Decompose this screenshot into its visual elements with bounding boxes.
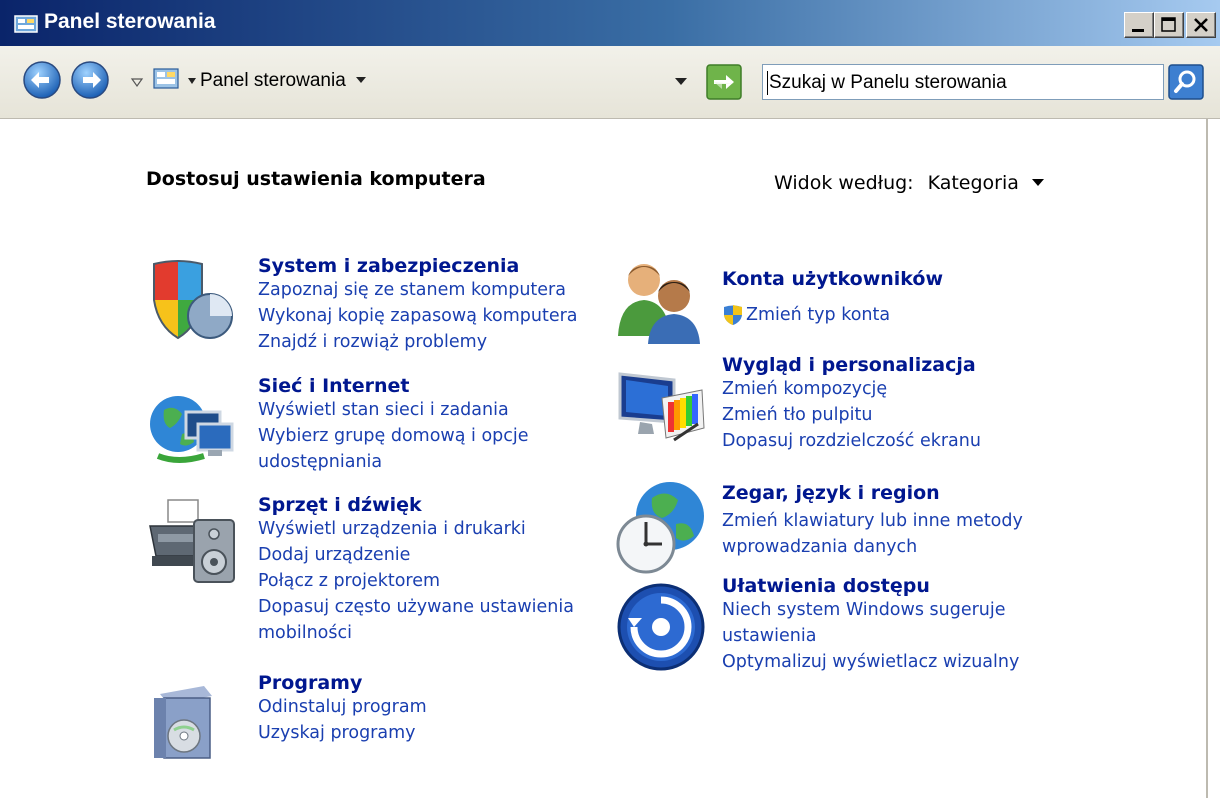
breadcrumb-arrow-icon[interactable] <box>186 74 198 88</box>
view-by-selector[interactable]: Kategoria <box>928 172 1019 194</box>
category-link[interactable]: Zmień kompozycję <box>722 376 981 402</box>
network-globe-icon[interactable] <box>148 384 238 472</box>
users-icon[interactable] <box>610 256 710 346</box>
close-icon <box>1194 18 1208 32</box>
category-link[interactable]: mobilności <box>258 620 574 646</box>
category-link[interactable]: Odinstaluj program <box>258 694 427 720</box>
category-programs: Programy Odinstaluj program Uzyskaj prog… <box>258 672 427 746</box>
category-link[interactable]: Połącz z projektorem <box>258 568 574 594</box>
category-link[interactable]: Dopasuj często używane ustawienia <box>258 594 574 620</box>
category-link[interactable]: Uzyskaj programy <box>258 720 427 746</box>
uac-shield-icon <box>724 305 742 325</box>
category-link[interactable]: Dopasuj rozdzielczość ekranu <box>722 428 981 454</box>
printer-speaker-icon[interactable] <box>146 496 240 588</box>
category-user-accounts: Konta użytkowników Zmień typ konta <box>722 268 943 328</box>
category-title[interactable]: Sprzęt i dźwięk <box>258 494 574 516</box>
breadcrumb[interactable]: Panel sterowania <box>200 70 367 92</box>
category-title[interactable]: Konta użytkowników <box>722 268 943 290</box>
title-bar: Panel sterowania <box>0 0 1220 46</box>
category-title[interactable]: Wygląd i personalizacja <box>722 354 981 376</box>
clock-globe-icon[interactable] <box>612 478 710 578</box>
category-link[interactable]: Optymalizuj wyświetlacz wizualny <box>722 649 1019 675</box>
address-dropdown-icon[interactable] <box>674 74 688 88</box>
minimize-button[interactable] <box>1124 12 1154 38</box>
programs-box-icon[interactable] <box>150 674 238 764</box>
refresh-button[interactable] <box>706 64 742 100</box>
category-link[interactable]: Dodaj urządzenie <box>258 542 574 568</box>
category-title[interactable]: System i zabezpieczenia <box>258 255 578 277</box>
category-link[interactable]: Wybierz grupę domową i opcje <box>258 423 529 449</box>
category-system-security: System i zabezpieczenia Zapoznaj się ze … <box>258 255 578 355</box>
category-link[interactable]: udostępniania <box>258 449 529 475</box>
system-security-icon[interactable] <box>148 256 238 346</box>
control-panel-icon <box>14 15 38 33</box>
category-link[interactable]: Zmień typ konta <box>746 302 890 328</box>
page-heading: Dostosuj ustawienia komputera <box>146 168 486 190</box>
ease-of-access-icon[interactable] <box>616 582 706 672</box>
search-input[interactable]: Szukaj w Panelu sterowania <box>762 64 1164 100</box>
scrollbar[interactable] <box>1206 119 1220 798</box>
chevron-down-icon[interactable] <box>1031 177 1045 189</box>
category-link[interactable]: Znajdź i rozwiąż problemy <box>258 329 578 355</box>
category-link[interactable]: Zmień tło pulpitu <box>722 402 981 428</box>
category-title[interactable]: Ułatwienia dostępu <box>722 575 1019 597</box>
back-button[interactable] <box>22 60 62 100</box>
forward-button[interactable] <box>70 60 110 100</box>
category-link[interactable]: Niech system Windows sugeruje <box>722 597 1019 623</box>
close-button[interactable] <box>1186 12 1216 38</box>
view-by-label: Widok według: <box>774 172 914 194</box>
minimize-icon <box>1132 29 1144 32</box>
category-appearance-personalization: Wygląd i personalizacja Zmień kompozycję… <box>722 354 981 454</box>
category-title[interactable]: Programy <box>258 672 427 694</box>
maximize-icon <box>1161 17 1176 32</box>
search-button[interactable] <box>1168 64 1204 100</box>
chevron-down-icon[interactable] <box>355 74 367 86</box>
category-link[interactable]: Zmień klawiatury lub inne metody <box>722 508 1023 534</box>
recent-pages-dropdown[interactable] <box>128 74 146 90</box>
breadcrumb-item[interactable]: Panel sterowania <box>200 70 346 91</box>
category-clock-language-region: Zegar, język i region Zmień klawiatury l… <box>722 482 1023 560</box>
control-panel-icon <box>153 68 179 89</box>
category-link[interactable]: wprowadzania danych <box>722 534 1023 560</box>
category-ease-of-access: Ułatwienia dostępu Niech system Windows … <box>722 575 1019 675</box>
category-network-internet: Sieć i Internet Wyświetl stan sieci i za… <box>258 375 529 475</box>
category-link[interactable]: ustawienia <box>722 623 1019 649</box>
search-placeholder: Szukaj w Panelu sterowania <box>769 72 1007 93</box>
category-link[interactable]: Wyświetl urządzenia i drukarki <box>258 516 574 542</box>
category-link[interactable]: Wyświetl stan sieci i zadania <box>258 397 529 423</box>
category-hardware-sound: Sprzęt i dźwięk Wyświetl urządzenia i dr… <box>258 494 574 646</box>
monitor-palette-icon[interactable] <box>612 368 708 448</box>
window-title: Panel sterowania <box>44 10 216 33</box>
category-link[interactable]: Zapoznaj się ze stanem komputera <box>258 277 578 303</box>
maximize-button[interactable] <box>1154 12 1184 38</box>
category-title[interactable]: Sieć i Internet <box>258 375 529 397</box>
category-link[interactable]: Wykonaj kopię zapasową komputera <box>258 303 578 329</box>
view-by: Widok według: Kategoria <box>774 172 1045 194</box>
category-title[interactable]: Zegar, język i region <box>722 482 1023 504</box>
